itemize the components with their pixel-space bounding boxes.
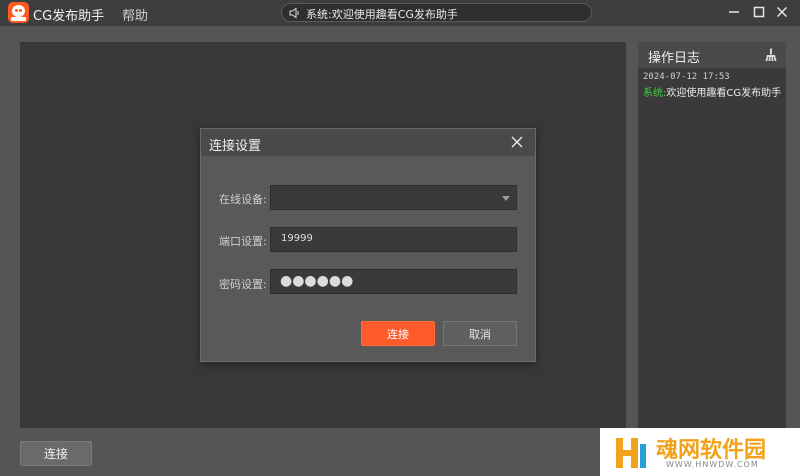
log-entry-source: 系统: xyxy=(643,88,667,99)
port-input-value: 19999 xyxy=(281,233,313,244)
log-panel-header: 操作日志 xyxy=(638,42,786,68)
close-icon[interactable] xyxy=(774,4,790,20)
chevron-down-icon xyxy=(502,196,510,201)
log-entry: 2024-07-12 17:53 系统:欢迎使用趣看CG发布助手 xyxy=(638,68,786,99)
system-notice-text: 系统:欢迎使用趣看CG发布助手 xyxy=(306,8,458,21)
minimize-icon[interactable] xyxy=(726,4,742,20)
site-watermark: 魂网软件园 WWW.HNWDW.COM xyxy=(600,428,800,476)
password-label: 密码设置: xyxy=(219,278,267,291)
log-panel-title: 操作日志 xyxy=(648,51,701,66)
log-entry-line: 系统:欢迎使用趣看CG发布助手 xyxy=(643,84,781,99)
log-entry-message: 欢迎使用趣看CG发布助手 xyxy=(666,88,782,99)
password-mask: ●●●●●● xyxy=(280,273,354,289)
dialog-header: 连接设置 xyxy=(201,129,535,156)
password-input[interactable]: ●●●●●● xyxy=(270,269,517,294)
title-bar: CG发布助手 帮助 系统:欢迎使用趣看CG发布助手 xyxy=(0,0,800,26)
speaker-icon xyxy=(289,7,299,19)
device-label: 在线设备: xyxy=(219,193,267,206)
app-logo-icon xyxy=(8,2,29,23)
port-input[interactable]: 19999 xyxy=(270,227,517,252)
device-select[interactable] xyxy=(270,185,517,210)
connection-settings-dialog: 连接设置 在线设备: 端口设置: 19999 密码设置: ●●●●●● 连接 取… xyxy=(200,128,536,362)
port-label: 端口设置: xyxy=(219,235,267,248)
dialog-cancel-button[interactable]: 取消 xyxy=(443,321,517,346)
system-notice-bar: 系统:欢迎使用趣看CG发布助手 xyxy=(281,3,592,22)
watermark-logo-icon xyxy=(616,438,646,468)
dialog-title: 连接设置 xyxy=(209,139,262,154)
app-title: CG发布助手 xyxy=(33,9,105,24)
operation-log-panel: 操作日志 2024-07-12 17:53 系统:欢迎使用趣看CG发布助手 xyxy=(638,42,786,432)
log-entry-time: 2024-07-12 17:53 xyxy=(643,72,730,82)
broom-icon[interactable] xyxy=(764,48,778,62)
maximize-icon[interactable] xyxy=(751,4,767,20)
watermark-url: WWW.HNWDW.COM xyxy=(666,460,759,469)
connect-button[interactable]: 连接 xyxy=(20,441,92,466)
menu-help[interactable]: 帮助 xyxy=(122,5,148,24)
dialog-connect-button[interactable]: 连接 xyxy=(361,321,435,346)
dialog-close-icon[interactable] xyxy=(510,135,524,149)
